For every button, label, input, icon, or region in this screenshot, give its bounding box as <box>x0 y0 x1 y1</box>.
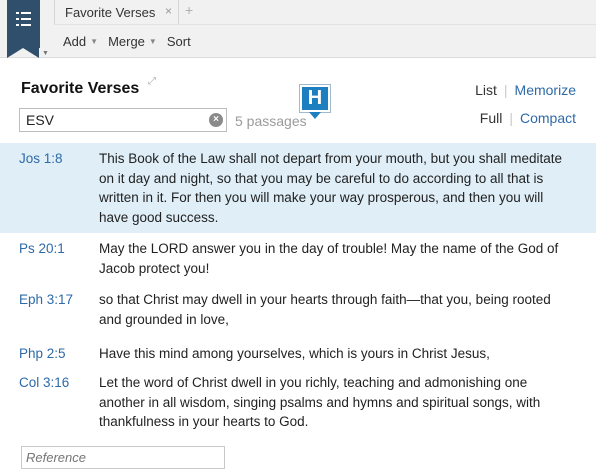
separator: | <box>509 110 513 126</box>
memorize-view-link[interactable]: Memorize <box>515 82 576 98</box>
list-item[interactable]: Php 2:5 Have this mind among yourselves,… <box>0 338 596 367</box>
merge-button[interactable]: Merge ▼ <box>108 34 157 49</box>
chevron-down-icon: ▼ <box>148 37 157 46</box>
badge-pointer <box>309 112 321 119</box>
separator: | <box>503 82 508 98</box>
clear-icon[interactable]: × <box>209 113 223 127</box>
tab-divider <box>54 24 596 25</box>
add-button[interactable]: Add ▼ <box>63 34 98 49</box>
add-tab-button[interactable]: + <box>185 2 193 18</box>
verse-reference-link[interactable]: Eph 3:17 <box>0 290 99 330</box>
page-title: Favorite Verses <box>21 80 140 97</box>
verse-text: May the LORD answer you in the day of tr… <box>99 241 559 276</box>
close-icon[interactable]: × <box>165 4 172 18</box>
version-filter-input[interactable]: ESV <box>19 108 227 132</box>
list-view-link[interactable]: List <box>475 82 497 98</box>
merge-label: Merge <box>108 34 145 49</box>
menu-icon <box>16 12 31 30</box>
tab-favorite-verses[interactable]: Favorite Verses × <box>54 0 179 24</box>
toolbar: Add ▼ Merge ▼ Sort <box>63 34 201 49</box>
list-item[interactable]: Col 3:16 Let the word of Christ dwell in… <box>0 367 596 437</box>
app-menu-button[interactable] <box>7 0 40 58</box>
verse-reference-link[interactable]: Ps 20:1 <box>0 239 99 276</box>
list-item[interactable]: Eph 3:17 so that Christ may dwell in you… <box>0 284 596 338</box>
h-badge-icon[interactable]: H <box>300 85 330 112</box>
compact-view-link[interactable]: Compact <box>520 110 576 126</box>
sort-label: Sort <box>166 34 191 49</box>
detail-mode-switch: Full | Compact <box>480 110 576 126</box>
sort-button[interactable]: Sort <box>167 34 191 49</box>
chevron-down-icon[interactable]: ▼ <box>42 50 49 57</box>
verse-text: This Book of the Law shall not depart fr… <box>99 151 562 225</box>
top-chrome: ▼ Favorite Verses × + Add ▼ Merge ▼ Sort <box>0 0 596 58</box>
passage-count: 5 passages <box>235 113 307 129</box>
view-mode-switch: List | Memorize <box>475 82 576 98</box>
verse-list: Jos 1:8 This Book of the Law shall not d… <box>0 143 596 437</box>
add-label: Add <box>63 34 87 49</box>
tab-title: Favorite Verses <box>65 4 156 20</box>
list-item[interactable]: Jos 1:8 This Book of the Law shall not d… <box>0 143 596 233</box>
verse-reference-link[interactable]: Php 2:5 <box>0 344 99 361</box>
list-item[interactable]: Ps 20:1 May the LORD answer you in the d… <box>0 233 596 284</box>
reference-input[interactable] <box>21 446 225 469</box>
verse-text: so that Christ may dwell in your hearts … <box>99 292 551 327</box>
verse-text: Have this mind among yourselves, which i… <box>99 346 490 361</box>
verse-reference-link[interactable]: Col 3:16 <box>0 373 99 429</box>
verse-text: Let the word of Christ dwell in you rich… <box>99 375 541 429</box>
verse-reference-link[interactable]: Jos 1:8 <box>0 149 99 225</box>
chevron-down-icon: ▼ <box>90 37 99 46</box>
full-view-link[interactable]: Full <box>480 110 503 126</box>
resize-icon[interactable]: ⤢ <box>148 76 156 87</box>
